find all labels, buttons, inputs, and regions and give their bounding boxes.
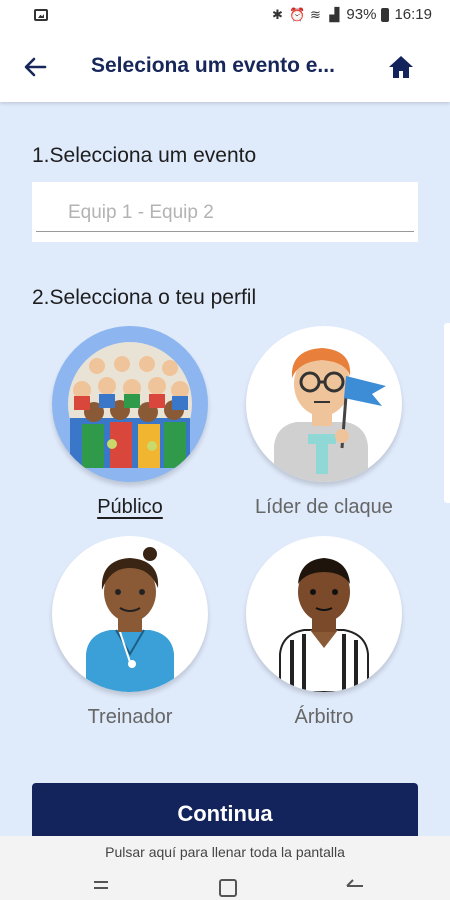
back-arrow-icon [346,879,363,887]
crowd-avatar[interactable] [52,326,208,482]
wifi-icon: ≋ [309,6,321,22]
profile-option-lider-de-claque[interactable]: Líder de claque [244,326,404,541]
cheerleader-avatar[interactable] [246,326,402,482]
arrow-left-icon [24,57,47,77]
signal-icon: ▟ [329,6,340,22]
battery-percent: 93% [346,6,377,23]
coach-avatar[interactable] [52,536,208,692]
bluetooth-icon: ✱ [271,6,283,22]
cheerleader-illustration [274,348,386,482]
back-button[interactable] [20,52,50,82]
event-select-placeholder: Equip 1 - Equip 2 [68,202,214,223]
battery-icon [381,7,390,22]
home-button[interactable] [386,52,416,82]
referee-illustration [279,558,369,692]
field-underline [36,231,414,232]
page-title: Seleciona um evento e... [91,54,335,77]
crowd-illustration [68,342,192,468]
profile-label-treinador: Treinador [87,706,173,728]
alarm-icon: ⏰ [289,6,306,22]
profile-label-lider-de-claque: Líder de claque [255,496,393,518]
clock: 16:19 [394,6,432,23]
back-nav-button[interactable] [343,874,365,900]
referee-avatar[interactable] [246,536,402,692]
profile-option-publico[interactable]: Público [50,326,210,541]
home-square-icon [219,879,237,897]
coach-illustration [86,547,174,692]
system-nav-bar [0,866,450,900]
event-select-field[interactable]: Equip 1 - Equip 2 [32,182,418,242]
profile-label-publico: Público [97,496,163,518]
event-section-label: 1.Selecciona um evento [32,144,257,167]
recent-apps-icon [94,881,108,889]
status-indicators: ✱ ⏰ ≋ ▟ 93% 16:19 [270,6,432,23]
profile-option-treinador[interactable]: Treinador [50,536,210,751]
profile-label-arbitro: Árbitro [294,706,354,728]
recent-apps-button[interactable] [90,874,112,900]
app-bar: Seleciona um evento e... [0,32,450,102]
home-nav-button[interactable] [217,874,239,900]
continue-button[interactable]: Continua [32,783,418,843]
profile-option-arbitro[interactable]: Árbitro [244,536,404,751]
profile-section-label: 2.Selecciona o teu perfil [32,286,257,309]
status-bar: ✱ ⏰ ≋ ▟ 93% 16:19 [0,0,450,32]
gallery-icon [34,9,48,21]
home-icon [389,56,413,78]
fullscreen-hint[interactable]: Pulsar aquí para llenar toda la pantalla [0,836,450,866]
edge-panel-handle[interactable] [444,323,450,503]
